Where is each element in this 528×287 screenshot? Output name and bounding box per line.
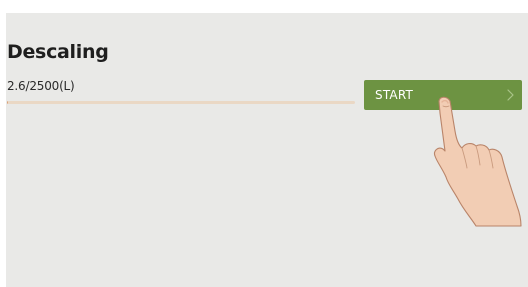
start-button[interactable]: START — [364, 80, 522, 110]
start-button-label: START — [375, 88, 414, 102]
chevron-right-icon — [507, 89, 514, 101]
descaling-progress-bar — [7, 101, 355, 104]
page-title: Descaling — [7, 41, 109, 63]
progress-counter: 2.6/2500(L) — [7, 79, 75, 93]
